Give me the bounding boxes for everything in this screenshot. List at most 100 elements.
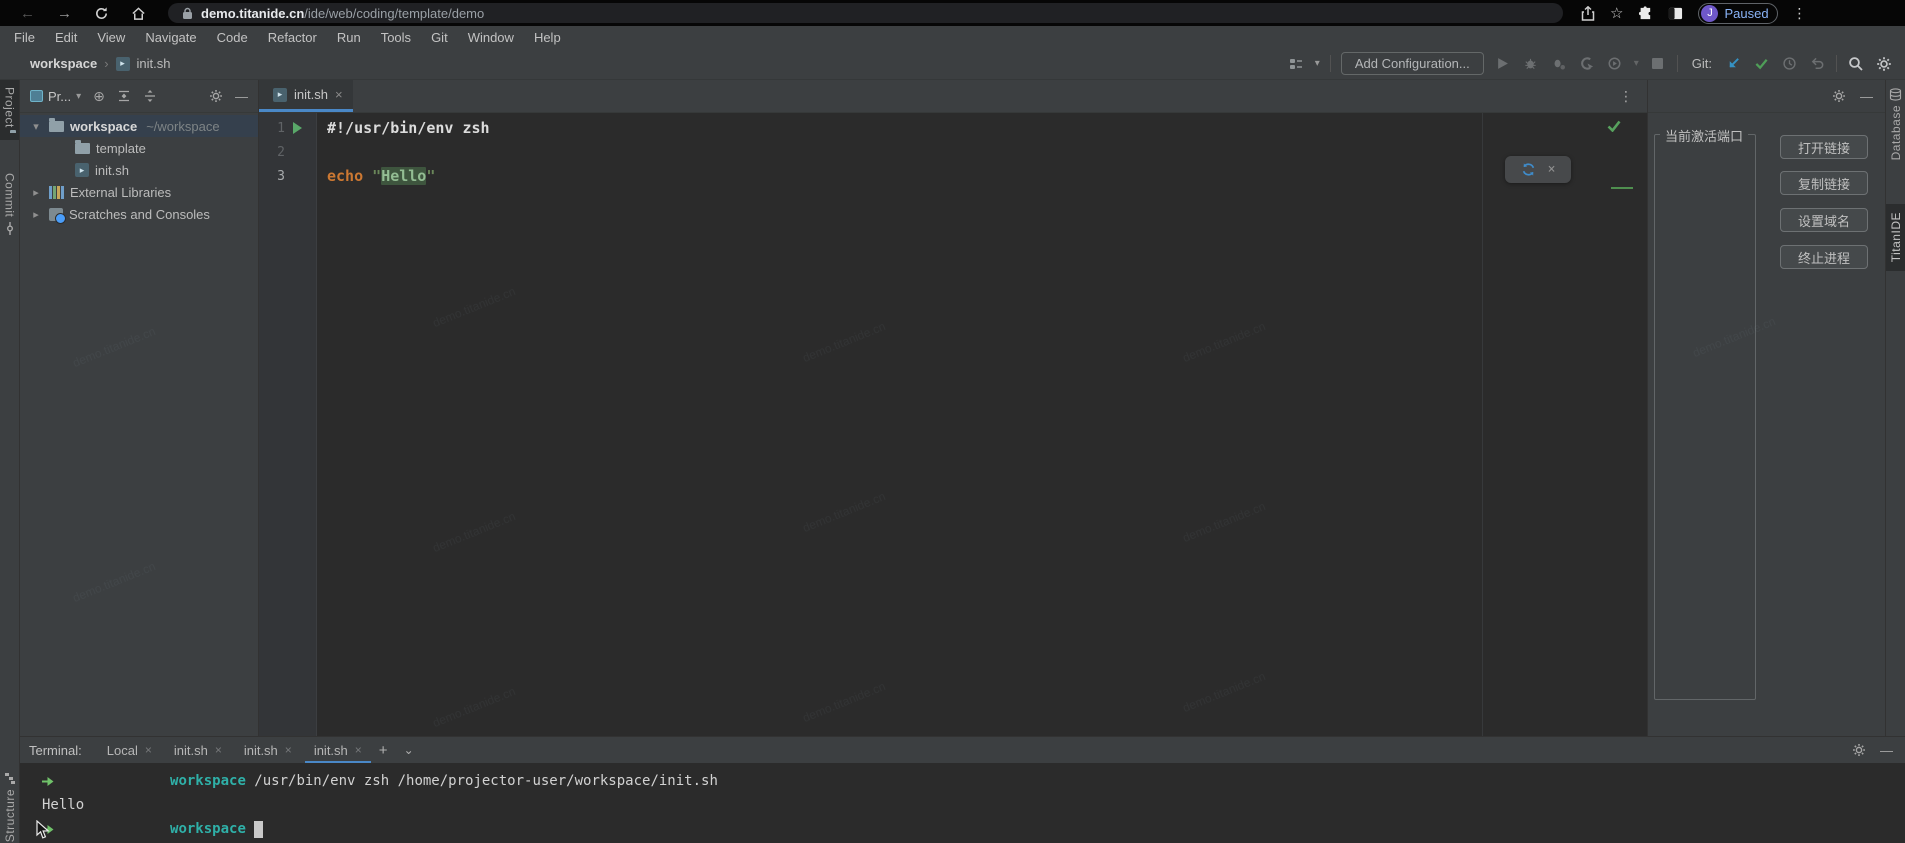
tool-stripe-titanide[interactable]: TitanIDE xyxy=(1886,204,1905,270)
editor-body[interactable]: 1 2 3 xyxy=(259,113,1647,736)
tree-row-external-libraries[interactable]: ▸ External Libraries xyxy=(20,181,258,203)
chevron-down-icon[interactable]: ▾ xyxy=(1634,58,1639,69)
debug-coverage-button[interactable] xyxy=(1550,55,1568,73)
terminal-dropdown-button[interactable]: ⌄ xyxy=(404,743,414,757)
line-number: 2 xyxy=(259,145,285,160)
close-icon[interactable]: × xyxy=(1548,162,1556,177)
add-configuration-button[interactable]: Add Configuration... xyxy=(1341,52,1484,75)
set-domain-button[interactable]: 设置域名 xyxy=(1780,208,1868,232)
profiler-button[interactable] xyxy=(1578,55,1596,73)
menubar-item[interactable]: Refactor xyxy=(258,26,327,48)
sidebar-toggle-button[interactable] xyxy=(1668,6,1683,21)
locate-file-button[interactable]: ⊕ xyxy=(93,88,105,105)
tool-stripe-project[interactable]: Project xyxy=(0,80,19,140)
chevron-right-icon[interactable]: ▸ xyxy=(29,208,43,221)
address-bar[interactable]: demo.titanide.cn/ide/web/coding/template… xyxy=(168,3,1563,23)
git-rollback-button[interactable] xyxy=(1808,55,1826,73)
left-tool-stripe: Project Commit Structure xyxy=(0,80,20,843)
menubar-item[interactable]: Help xyxy=(524,26,571,48)
hide-panel-button[interactable]: — xyxy=(1860,89,1873,104)
search-everywhere-button[interactable] xyxy=(1847,55,1865,73)
breadcrumb-workspace[interactable]: workspace xyxy=(30,56,97,71)
open-link-button[interactable]: 打开链接 xyxy=(1780,135,1868,159)
profile-paused-chip[interactable]: J Paused xyxy=(1698,3,1777,24)
tree-row-scratches[interactable]: ▸ Scratches and Consoles xyxy=(20,203,258,225)
git-update-button[interactable] xyxy=(1724,55,1742,73)
settings-gear-icon[interactable] xyxy=(1875,55,1893,73)
panel-settings-gear-icon[interactable] xyxy=(1832,89,1846,103)
run-button[interactable] xyxy=(1494,55,1512,73)
reload-button[interactable] xyxy=(94,6,109,21)
menubar-item[interactable]: Code xyxy=(207,26,258,48)
debug-button[interactable] xyxy=(1522,55,1540,73)
git-commit-button[interactable] xyxy=(1752,55,1770,73)
ide-toolbar: workspace › ▸ init.sh ▾ Add Configuratio… xyxy=(0,48,1905,80)
main-area: Project Commit Structure xyxy=(0,80,1905,843)
project-view-combo[interactable]: Pr... ▾ xyxy=(30,89,81,104)
inspection-ok-icon[interactable] xyxy=(1607,120,1621,132)
panel-settings-gear-icon[interactable] xyxy=(209,89,223,103)
terminate-process-button[interactable]: 终止进程 xyxy=(1780,245,1868,269)
git-history-button[interactable] xyxy=(1780,55,1798,73)
menubar-item[interactable]: Navigate xyxy=(135,26,206,48)
close-icon[interactable]: × xyxy=(215,743,222,757)
folder-icon xyxy=(75,143,90,154)
terminal-tab[interactable]: init.sh × xyxy=(303,737,373,763)
close-icon[interactable]: × xyxy=(285,743,292,757)
terminal-output[interactable]: workspace /usr/bin/env zsh /home/project… xyxy=(20,763,1905,843)
breadcrumb-file[interactable]: init.sh xyxy=(137,56,171,71)
close-icon[interactable]: × xyxy=(335,87,343,102)
new-terminal-button[interactable]: + xyxy=(379,742,388,759)
back-button[interactable]: ← xyxy=(20,5,35,22)
stop-button[interactable] xyxy=(1649,55,1667,73)
code-area[interactable]: #!/usr/bin/env zsh echo "Hello" xyxy=(318,113,1647,736)
project-tool-window: Pr... ▾ ⊕ — xyxy=(20,80,259,736)
right-margin-guide xyxy=(1482,113,1483,736)
tree-row-workspace[interactable]: ▾ workspace ~/workspace xyxy=(20,115,258,137)
run-line-button[interactable] xyxy=(293,122,302,134)
hide-panel-button[interactable]: — xyxy=(235,89,248,104)
menubar-item[interactable]: Run xyxy=(327,26,371,48)
hide-panel-button[interactable]: — xyxy=(1880,743,1893,758)
menubar-item[interactable]: Window xyxy=(458,26,524,48)
copy-link-button[interactable]: 复制链接 xyxy=(1780,171,1868,195)
lock-icon xyxy=(182,7,193,20)
menubar-item[interactable]: Edit xyxy=(45,26,87,48)
refresh-icon[interactable] xyxy=(1521,162,1536,177)
menubar-item[interactable]: File xyxy=(4,26,45,48)
chevron-down-icon[interactable]: ▾ xyxy=(1315,58,1320,69)
url-domain: demo.titanide.cn xyxy=(201,6,304,21)
terminal-cursor xyxy=(254,821,263,838)
terminal-settings-gear-icon[interactable] xyxy=(1852,743,1866,757)
terminal-cwd: workspace xyxy=(170,773,246,789)
menubar-item[interactable]: Git xyxy=(421,26,458,48)
tree-row-init-sh[interactable]: ▸ init.sh xyxy=(20,159,258,181)
sync-popup: × xyxy=(1505,156,1571,183)
chevron-right-icon[interactable]: ▸ xyxy=(29,186,43,199)
expand-all-button[interactable] xyxy=(117,89,131,103)
ide-menubar: FileEditViewNavigateCodeRefactorRunTools… xyxy=(0,26,1905,48)
run-config-combo-icon[interactable] xyxy=(1287,55,1305,73)
tool-stripe-database[interactable]: Database xyxy=(1889,105,1903,160)
forward-button[interactable]: → xyxy=(57,5,72,22)
tool-stripe-commit[interactable]: Commit xyxy=(0,166,19,242)
browser-menu-button[interactable]: ⋮ xyxy=(1793,5,1807,22)
collapse-all-button[interactable] xyxy=(143,89,157,103)
home-button[interactable] xyxy=(131,6,146,21)
bookmark-star-button[interactable]: ☆ xyxy=(1610,4,1623,22)
database-icon[interactable] xyxy=(1889,88,1902,101)
titanide-tool-window: — 当前激活端口 打开链接 复制链接 设置域名 终止进程 xyxy=(1647,80,1885,736)
tool-stripe-structure[interactable]: Structure xyxy=(0,765,20,843)
tab-options-button[interactable]: ⋮ xyxy=(1619,88,1647,105)
run-with-coverage-button[interactable] xyxy=(1606,55,1624,73)
close-icon[interactable]: × xyxy=(355,743,362,757)
chevron-down-icon[interactable]: ▾ xyxy=(29,120,43,133)
editor-tab-init-sh[interactable]: ▸ init.sh × xyxy=(259,80,353,112)
extensions-button[interactable] xyxy=(1638,6,1653,21)
tree-row-template[interactable]: template xyxy=(20,137,258,159)
share-button[interactable] xyxy=(1581,6,1595,21)
menubar-item[interactable]: Tools xyxy=(371,26,421,48)
terminal-tab[interactable]: init.sh × xyxy=(163,737,233,763)
terminal-tab[interactable]: init.sh × xyxy=(233,737,303,763)
menubar-item[interactable]: View xyxy=(87,26,135,48)
